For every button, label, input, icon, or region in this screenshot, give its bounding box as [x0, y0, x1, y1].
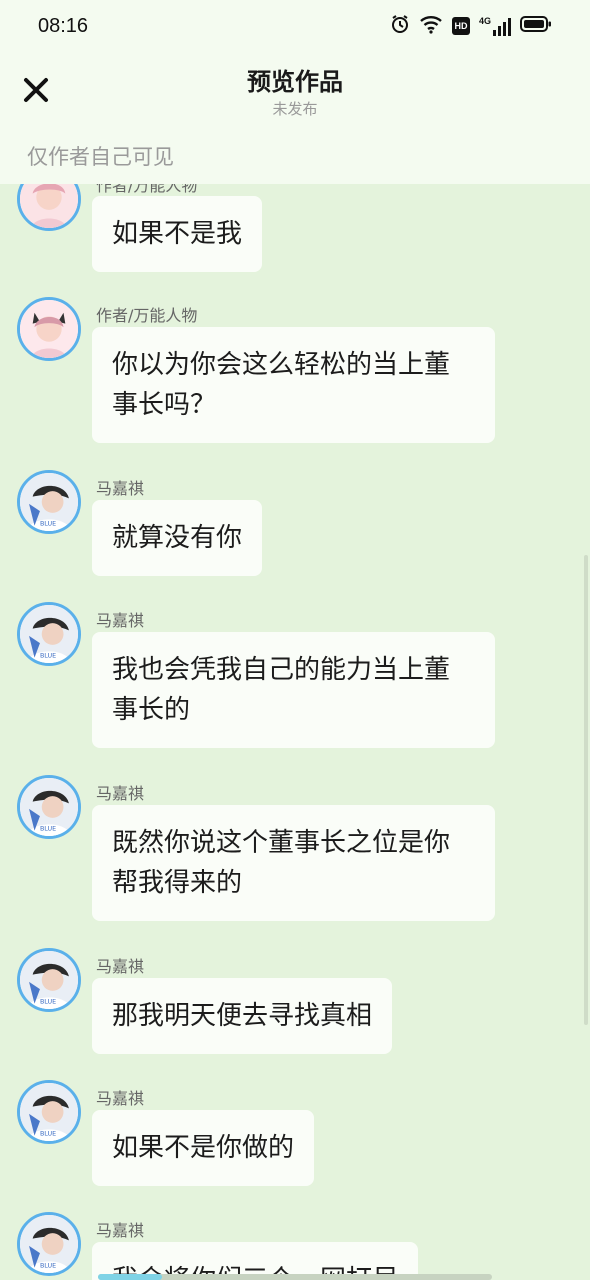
chat-list[interactable]: 作者/万能人物 如果不是我 作者/万能人物 你以为你会这么轻松的当上董事长吗？ …	[0, 0, 590, 1280]
message-bubble[interactable]: 如果不是你做的	[92, 1110, 315, 1186]
avatar[interactable]: BLUE	[17, 775, 81, 839]
progress-accent	[98, 1274, 162, 1280]
status-time: 08:16	[38, 14, 89, 37]
signal-4g-icon: 4G	[479, 16, 511, 36]
battery-icon	[520, 15, 552, 37]
svg-text:BLUE: BLUE	[40, 1131, 56, 1138]
visibility-note: 仅作者自己可见	[27, 145, 174, 169]
message-bubble[interactable]: 你以为你会这么轻松的当上董事长吗？	[92, 327, 495, 443]
alarm-icon	[390, 14, 410, 38]
svg-text:BLUE: BLUE	[40, 999, 56, 1006]
message-bubble[interactable]: 如果不是我	[92, 196, 263, 272]
message-sender: 马嘉祺	[96, 1221, 145, 1240]
message-sender: 马嘉祺	[96, 784, 145, 803]
message-sender: 作者/万能人物	[96, 306, 198, 325]
home-indicator[interactable]	[98, 1274, 492, 1280]
svg-text:BLUE: BLUE	[40, 1263, 56, 1270]
message-bubble[interactable]: 我也会凭我自己的能力当上董事长的	[92, 632, 495, 748]
svg-text:BLUE: BLUE	[40, 521, 56, 528]
svg-text:BLUE: BLUE	[40, 653, 56, 660]
svg-text:BLUE: BLUE	[40, 826, 56, 833]
message-sender: 马嘉祺	[96, 479, 145, 498]
avatar[interactable]: BLUE	[17, 470, 81, 534]
wifi-icon	[419, 14, 443, 38]
page-title: 预览作品	[247, 68, 343, 96]
status-icons: HD 4G	[390, 14, 552, 38]
scrollbar[interactable]	[584, 555, 588, 1025]
preview-header: 预览作品 未发布 仅作者自己可见	[0, 52, 590, 184]
status-bar: 08:16 HD 4G	[0, 0, 590, 52]
message-sender: 马嘉祺	[96, 957, 145, 976]
message-bubble[interactable]: 那我明天便去寻找真相	[92, 978, 393, 1054]
publish-status: 未发布	[272, 100, 318, 118]
avatar[interactable]: BLUE	[17, 1080, 81, 1144]
avatar[interactable]	[17, 297, 81, 361]
hd-icon: HD	[451, 17, 470, 35]
message-sender: 马嘉祺	[96, 1089, 145, 1108]
avatar[interactable]: BLUE	[17, 1212, 81, 1276]
message-sender: 马嘉祺	[96, 611, 145, 630]
message-bubble[interactable]: 既然你说这个董事长之位是你帮我得来的	[92, 805, 495, 921]
message-bubble[interactable]: 就算没有你	[92, 500, 263, 576]
avatar[interactable]: BLUE	[17, 948, 81, 1012]
avatar[interactable]: BLUE	[17, 602, 81, 666]
